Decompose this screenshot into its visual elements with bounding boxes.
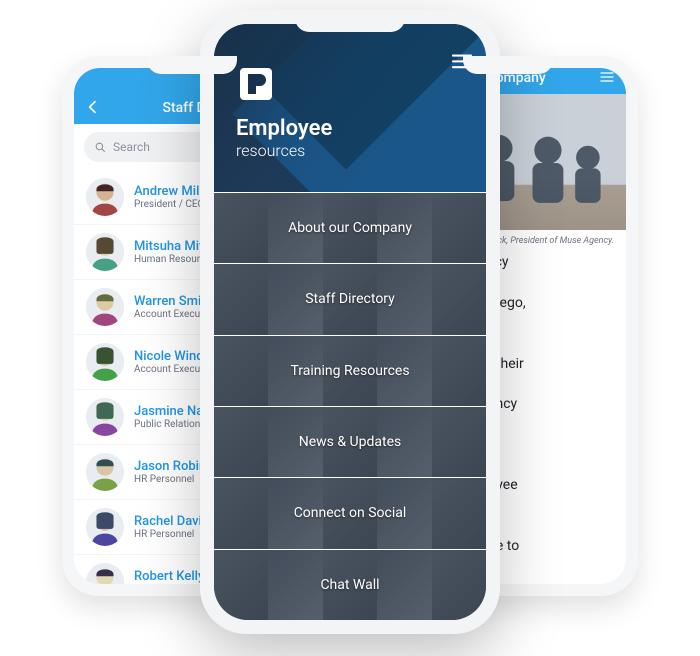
menu-item-chat-wall[interactable]: Chat Wall xyxy=(214,549,486,620)
menu-item-training-resources[interactable]: Training Resources xyxy=(214,335,486,406)
menu-item-staff-directory[interactable]: Staff Directory xyxy=(214,263,486,334)
phone-notch xyxy=(147,56,237,74)
phone-notch xyxy=(295,10,405,32)
hamburger-icon[interactable] xyxy=(598,68,616,86)
search-placeholder: Search xyxy=(113,140,150,154)
main-menu-list: About our Company Staff Directory Training… xyxy=(214,192,486,620)
staff-name: Rachel Davis xyxy=(134,514,209,529)
avatar xyxy=(86,398,124,436)
avatar xyxy=(86,508,124,546)
app-logo xyxy=(236,64,276,104)
hero-title-line1: Employee xyxy=(236,116,332,141)
menu-item-connect-on-social[interactable]: Connect on Social xyxy=(214,477,486,548)
menu-item-label: News & Updates xyxy=(299,434,402,450)
phone-notch xyxy=(463,56,553,74)
staff-name: Robert Kelly xyxy=(134,569,204,584)
menu-item-label: Training Resources xyxy=(290,363,409,379)
menu-item-news-updates[interactable]: News & Updates xyxy=(214,406,486,477)
staff-role: HR Personnel xyxy=(134,529,209,540)
avatar xyxy=(86,563,124,584)
avatar xyxy=(86,343,124,381)
menu-item-label: Chat Wall xyxy=(320,577,379,593)
hero-title-line2: resources xyxy=(236,141,332,160)
phone-main-menu: Employee resources About our Company Staf… xyxy=(200,10,500,634)
menu-item-about-our-company[interactable]: About our Company xyxy=(214,192,486,263)
hero-header: Employee resources xyxy=(214,24,486,192)
avatar xyxy=(86,178,124,216)
avatar xyxy=(86,288,124,326)
menu-item-label: Connect on Social xyxy=(294,505,407,521)
back-icon[interactable] xyxy=(84,98,102,116)
menu-item-label: Staff Directory xyxy=(305,291,395,307)
menu-item-label: About our Company xyxy=(288,220,412,236)
search-icon xyxy=(94,141,107,154)
avatar xyxy=(86,453,124,491)
avatar xyxy=(86,233,124,271)
